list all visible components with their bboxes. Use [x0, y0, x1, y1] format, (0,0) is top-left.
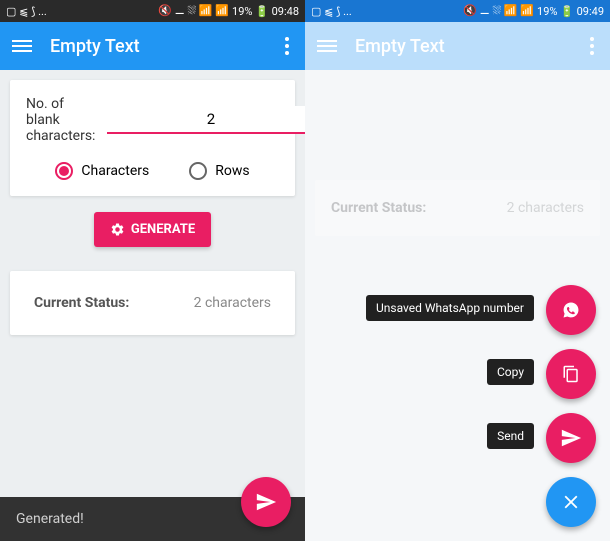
- status-bar: ▢ ⫹ ⟆ ... 🔇 ⚊ ⛆ 📶 📶 19% 🔋 09:48: [0, 0, 305, 22]
- input-label: No. of blank characters:: [26, 96, 95, 144]
- screen-main: ▢ ⫹ ⟆ ... 🔇 ⚊ ⛆ 📶 📶 19% 🔋 09:48 Empty Te…: [0, 0, 305, 541]
- screen-fab-expanded: ▢ ⫹ ⟆ ... 🔇 ⚊ ⛆ 📶 📶 19% 🔋 09:49 Empty Te…: [305, 0, 610, 541]
- radio-characters[interactable]: Characters: [55, 162, 149, 180]
- send-icon: [560, 427, 582, 449]
- status-card: Current Status: 2 characters: [10, 271, 295, 335]
- input-card: No. of blank characters: Characters Rows: [10, 80, 295, 196]
- overflow-icon[interactable]: [281, 33, 293, 59]
- snackbar-text: Generated!: [16, 511, 84, 527]
- status-right: 🔇 ⚊ ⛆ 📶 📶 19% 🔋 09:48: [158, 4, 299, 18]
- whatsapp-fab[interactable]: [546, 285, 596, 335]
- status-right: 🔇 ⚊ ⛆ 📶 📶 19% 🔋 09:49: [463, 4, 604, 18]
- app-title: Empty Text: [50, 36, 281, 57]
- overflow-icon[interactable]: [586, 33, 598, 59]
- fab-label-send: Send: [487, 423, 534, 449]
- generate-label: GENERATE: [131, 222, 195, 237]
- send-fab[interactable]: [546, 413, 596, 463]
- send-fab[interactable]: [241, 477, 291, 527]
- radio-icon: [55, 162, 73, 180]
- status-card-faded: Current Status: 2 characters: [315, 180, 600, 236]
- app-bar: Empty Text: [0, 22, 305, 70]
- status-label: Current Status:: [331, 200, 426, 216]
- generate-button[interactable]: GENERATE: [94, 212, 211, 247]
- copy-icon: [562, 365, 580, 383]
- radio-rows[interactable]: Rows: [189, 162, 249, 180]
- copy-fab[interactable]: [546, 349, 596, 399]
- app-bar: Empty Text: [305, 22, 610, 70]
- menu-icon[interactable]: [317, 37, 337, 55]
- radio-icon: [189, 162, 207, 180]
- radio-label: Characters: [81, 163, 149, 179]
- radio-label: Rows: [215, 163, 249, 179]
- send-icon: [255, 491, 277, 513]
- menu-icon[interactable]: [12, 37, 32, 55]
- gear-icon: [110, 222, 125, 237]
- close-icon: [560, 491, 582, 513]
- blank-count-input[interactable]: [107, 106, 305, 134]
- app-title: Empty Text: [355, 36, 586, 57]
- status-left: ▢ ⫹ ⟆ ...: [311, 5, 352, 18]
- whatsapp-icon: [562, 301, 580, 319]
- status-left: ▢ ⫹ ⟆ ...: [6, 5, 47, 18]
- status-bar: ▢ ⫹ ⟆ ... 🔇 ⚊ ⛆ 📶 📶 19% 🔋 09:49: [305, 0, 610, 22]
- status-value: 2 characters: [194, 295, 271, 311]
- status-value: 2 characters: [507, 200, 584, 216]
- status-label: Current Status:: [34, 295, 129, 311]
- close-fab[interactable]: [546, 477, 596, 527]
- fab-label-copy: Copy: [487, 359, 534, 385]
- fab-label-whatsapp: Unsaved WhatsApp number: [366, 295, 534, 321]
